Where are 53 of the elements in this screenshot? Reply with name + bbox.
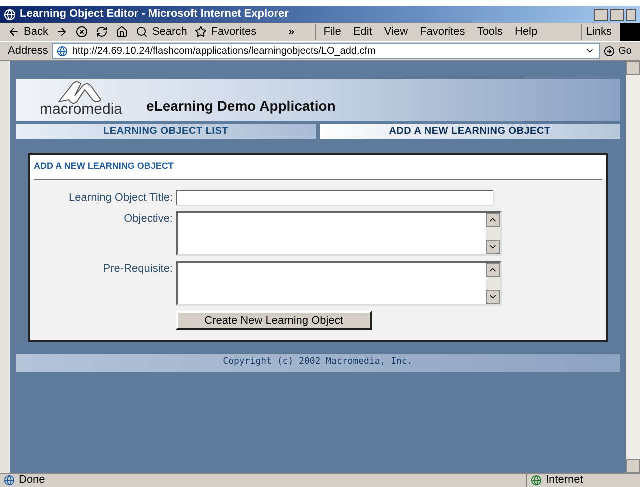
chevron-button[interactable]: » [288, 24, 295, 40]
toolbar-button[interactable]: Favorites [195, 24, 257, 40]
toolbar-button[interactable]: Search [136, 24, 188, 40]
page-scrollbar[interactable] [626, 61, 640, 473]
menu-item[interactable]: Edit [353, 24, 372, 40]
back-arrow-icon [8, 26, 20, 38]
search-icon [136, 26, 148, 38]
scroll-down-button[interactable] [486, 290, 500, 304]
scroll-down-button[interactable] [486, 240, 500, 254]
logo-text: macromedia [40, 102, 123, 117]
field-label: Learning Object Title: [68, 190, 173, 206]
maximize-button[interactable] [610, 8, 624, 20]
nav-tab[interactable]: LEARNING OBJECT LIST [16, 124, 316, 139]
close-button[interactable] [626, 8, 636, 20]
toolbar-button[interactable] [76, 26, 88, 38]
address-field[interactable]: http://24.69.10.24/flashcom/applications/learningobjects/LO_add.cfm [52, 43, 600, 59]
scroll-up-button[interactable] [486, 263, 500, 277]
scroll-up-button[interactable] [486, 213, 500, 227]
nav-tab[interactable]: ADD A NEW LEARNING OBJECT [320, 124, 620, 139]
menu-item[interactable]: Favorites [420, 24, 466, 40]
copyright-text: Copyright (c) 2002 Macromedia, Inc. [223, 356, 413, 370]
menu-item[interactable]: View [384, 24, 408, 40]
menu-item[interactable]: Help [515, 24, 538, 40]
field-label: Pre-Requisite: [102, 262, 173, 277]
page-icon [57, 46, 68, 56]
toolbar-button[interactable] [116, 26, 128, 38]
page-icon [4, 475, 15, 486]
field-label: Objective: [123, 212, 173, 227]
refresh-icon [96, 26, 108, 38]
star-icon [195, 26, 208, 38]
home-icon [116, 26, 128, 38]
text-area[interactable] [176, 211, 502, 256]
links-button[interactable]: Links [581, 24, 612, 40]
window-title: Learning Object Editor - Microsoft Internet Explorer [20, 7, 289, 22]
text-area[interactable] [176, 261, 502, 306]
menu-item[interactable]: File [324, 24, 342, 40]
globe-icon [531, 475, 542, 486]
status-text: Done [19, 473, 46, 487]
browser-icon [4, 8, 16, 20]
address-label: Address [8, 44, 48, 59]
menu-item[interactable]: Tools [477, 24, 503, 40]
toolbar-button[interactable] [56, 26, 68, 38]
stop-icon [76, 26, 88, 38]
zone-text: Internet [546, 473, 584, 487]
app-title: eLearning Demo Application [146, 97, 336, 116]
text-input[interactable] [176, 190, 494, 206]
form-heading: ADD A NEW LEARNING OBJECT [34, 161, 174, 171]
toolbar-button[interactable] [96, 26, 108, 38]
minimize-button[interactable] [594, 8, 608, 20]
toolbar-button[interactable]: Back [8, 24, 48, 40]
create-button[interactable]: Create New Learning Object [176, 311, 372, 330]
forward-arrow-icon [56, 26, 68, 38]
go-button[interactable]: Go [604, 44, 632, 58]
